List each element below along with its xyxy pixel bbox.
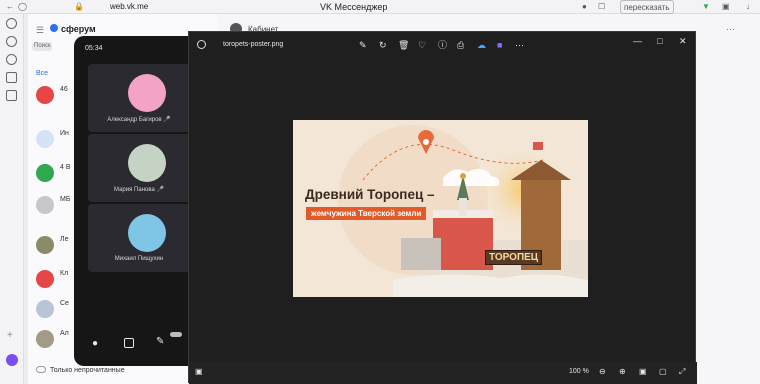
unread-toggle[interactable] [36, 366, 46, 373]
chat-avatar[interactable] [36, 86, 54, 104]
zoom-out-icon[interactable]: ⊖ [599, 367, 606, 376]
file-name: toropets-poster.png [223, 41, 284, 48]
mic-icon: 🎤 [163, 117, 171, 123]
chat-avatar[interactable] [36, 270, 54, 288]
chat-avatar[interactable] [36, 236, 54, 254]
more-options-icon[interactable]: ⋯ [515, 40, 524, 50]
chat-title: 46 [60, 86, 68, 93]
viewer-status-bar: ▣ 100 % ⊖ ⊕ ▣ ▢ ⤢ [189, 362, 697, 384]
download-icon[interactable]: ↓ [746, 0, 750, 14]
retell-label: пересказать [624, 3, 670, 12]
chat-avatar[interactable] [36, 196, 54, 214]
participant-tile[interactable]: Александр Багиров 🎤 [88, 64, 190, 132]
chat-title: Ин [60, 130, 69, 137]
menu-icon[interactable]: ☰ [36, 25, 44, 36]
photos-app-icon [197, 40, 206, 49]
info-icon[interactable]: ⓘ [438, 40, 447, 50]
fit-to-window-icon[interactable]: ▣ [639, 367, 647, 376]
poster-title: Древний Торопец – [305, 187, 435, 202]
poster-subtitle: жемчужина Тверской земли [306, 207, 427, 220]
sferum-logo [50, 24, 58, 32]
chat-title: Кл [60, 270, 69, 277]
chat-avatar[interactable] [36, 330, 54, 348]
number-icon[interactable] [6, 72, 17, 83]
poster-sign: ТОРОПЕЦ [485, 250, 543, 265]
tab-title: VK Мессенджер [320, 2, 388, 12]
share-screen-icon[interactable] [124, 338, 134, 348]
minimize-icon[interactable]: — [633, 36, 642, 46]
call-timer: 05:34 [85, 45, 103, 52]
bookmark-icon[interactable]: ☐ [598, 0, 605, 14]
unread-filter-label: Только непрочитанные [50, 367, 125, 374]
notes-icon[interactable] [6, 90, 17, 101]
editor-app-icon[interactable]: ■ [497, 40, 502, 50]
lock-icon: 🔒 [74, 2, 84, 11]
address-bar[interactable]: web.vk.me [110, 0, 148, 14]
shield-icon[interactable]: ▼ [702, 0, 710, 14]
participant-tile[interactable]: Мария Панова 🎤 [88, 134, 190, 202]
participant-name: Александр Багиров 🎤 [107, 117, 171, 123]
chat-title: Ал [60, 330, 69, 337]
browser-sidebar: + [0, 14, 24, 384]
maximize-icon[interactable]: □ [657, 36, 662, 46]
chat-title: Ле [60, 236, 69, 243]
rotate-icon[interactable]: ↻ [379, 40, 387, 50]
messenger-icon[interactable] [6, 36, 17, 47]
call-panel: 05:34 ✋ Александр Багиров 🎤 Мария Панова… [74, 36, 190, 366]
play-icon[interactable] [6, 54, 17, 65]
zoom-level: 100 % [569, 368, 589, 375]
pencil-icon[interactable]: ✎ [156, 336, 164, 347]
retell-button[interactable]: пересказать [620, 0, 674, 14]
chat-title: 4 В [60, 164, 71, 171]
edit-icon[interactable]: ✎ [359, 40, 367, 50]
extensions-icon[interactable]: ▣ [722, 0, 730, 14]
participant-avatar [128, 74, 166, 112]
poster-image: Древний Торопец – жемчужина Тверской зем… [293, 120, 588, 297]
fullscreen-icon[interactable]: ⤢ [679, 367, 685, 377]
browser-toolbar: ← ◯ 🔒 web.vk.me VK Мессенджер ● ☐ переск… [0, 0, 760, 14]
history-icon[interactable] [6, 18, 17, 29]
search-input-peek[interactable]: Поиск [32, 42, 52, 51]
more-icon[interactable]: ⋯ [726, 24, 735, 35]
participant-tile[interactable]: Михаил Пищухин [88, 204, 190, 272]
chat-avatar[interactable] [36, 164, 54, 182]
participant-avatar [128, 144, 166, 182]
mic-icon: 🎤 [156, 187, 164, 193]
back-icon[interactable]: ← [6, 0, 14, 14]
sferum-brand: сферум [61, 24, 96, 34]
filter-tab-all[interactable]: Все [36, 70, 48, 77]
participant-name: Михаил Пищухин [114, 256, 164, 262]
draw-toggle[interactable] [170, 332, 182, 337]
mic-icon[interactable]: ● [582, 0, 587, 14]
filmstrip-icon[interactable]: ▣ [195, 367, 203, 376]
cloud-icon[interactable]: ☁ [477, 40, 486, 50]
chat-avatar[interactable] [36, 300, 54, 318]
actual-size-icon[interactable]: ▢ [659, 367, 667, 376]
delete-icon[interactable]: 🗑 [398, 40, 409, 50]
chat-avatar[interactable] [36, 130, 54, 148]
participant-name: Мария Панова 🎤 [114, 187, 164, 193]
chat-title: МБ [60, 196, 71, 203]
close-icon[interactable]: ✕ [679, 36, 687, 47]
print-icon[interactable]: ⎙ [457, 40, 464, 50]
favorite-icon[interactable]: ♡ [418, 40, 426, 50]
zoom-in-icon[interactable]: ⊕ [619, 367, 626, 376]
profile-icon[interactable]: ◯ [18, 0, 27, 14]
chat-title: Се [60, 300, 69, 307]
participant-avatar [128, 214, 166, 252]
add-icon[interactable]: + [7, 330, 13, 341]
alice-icon[interactable] [6, 354, 18, 366]
chat-bubble-icon[interactable]: ● [92, 338, 98, 349]
